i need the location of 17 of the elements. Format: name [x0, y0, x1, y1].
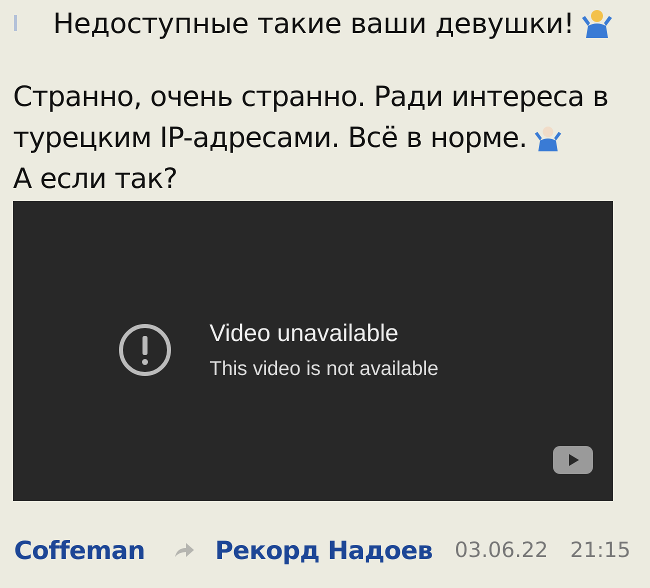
- video-subtitle: This video is not available: [209, 358, 438, 380]
- alert-icon: [117, 322, 174, 378]
- message-time: 21:15: [570, 538, 631, 562]
- message-text: А если так?: [13, 162, 178, 195]
- shrug-figure-icon: [533, 124, 564, 152]
- author-link[interactable]: Coffeman: [14, 536, 145, 564]
- message-text: турецким IP-адресами. Всё в норме.: [13, 121, 528, 154]
- message-text: Странно, очень странно. Ради интереса в: [13, 80, 608, 113]
- video-player[interactable]: Video unavailable This video is not available: [13, 201, 613, 501]
- quote-text: Недоступные такие ваши девушки!: [53, 6, 574, 40]
- play-logo-icon[interactable]: [553, 446, 593, 474]
- message-date: 03.06.22: [454, 538, 548, 562]
- forward-arrow-icon: [172, 541, 195, 559]
- video-title: Video unavailable: [209, 320, 400, 348]
- quote-bar: [14, 15, 17, 31]
- forwarded-from-link[interactable]: Рекорд Надоев: [214, 536, 433, 564]
- shrug-figure-icon: [580, 8, 614, 38]
